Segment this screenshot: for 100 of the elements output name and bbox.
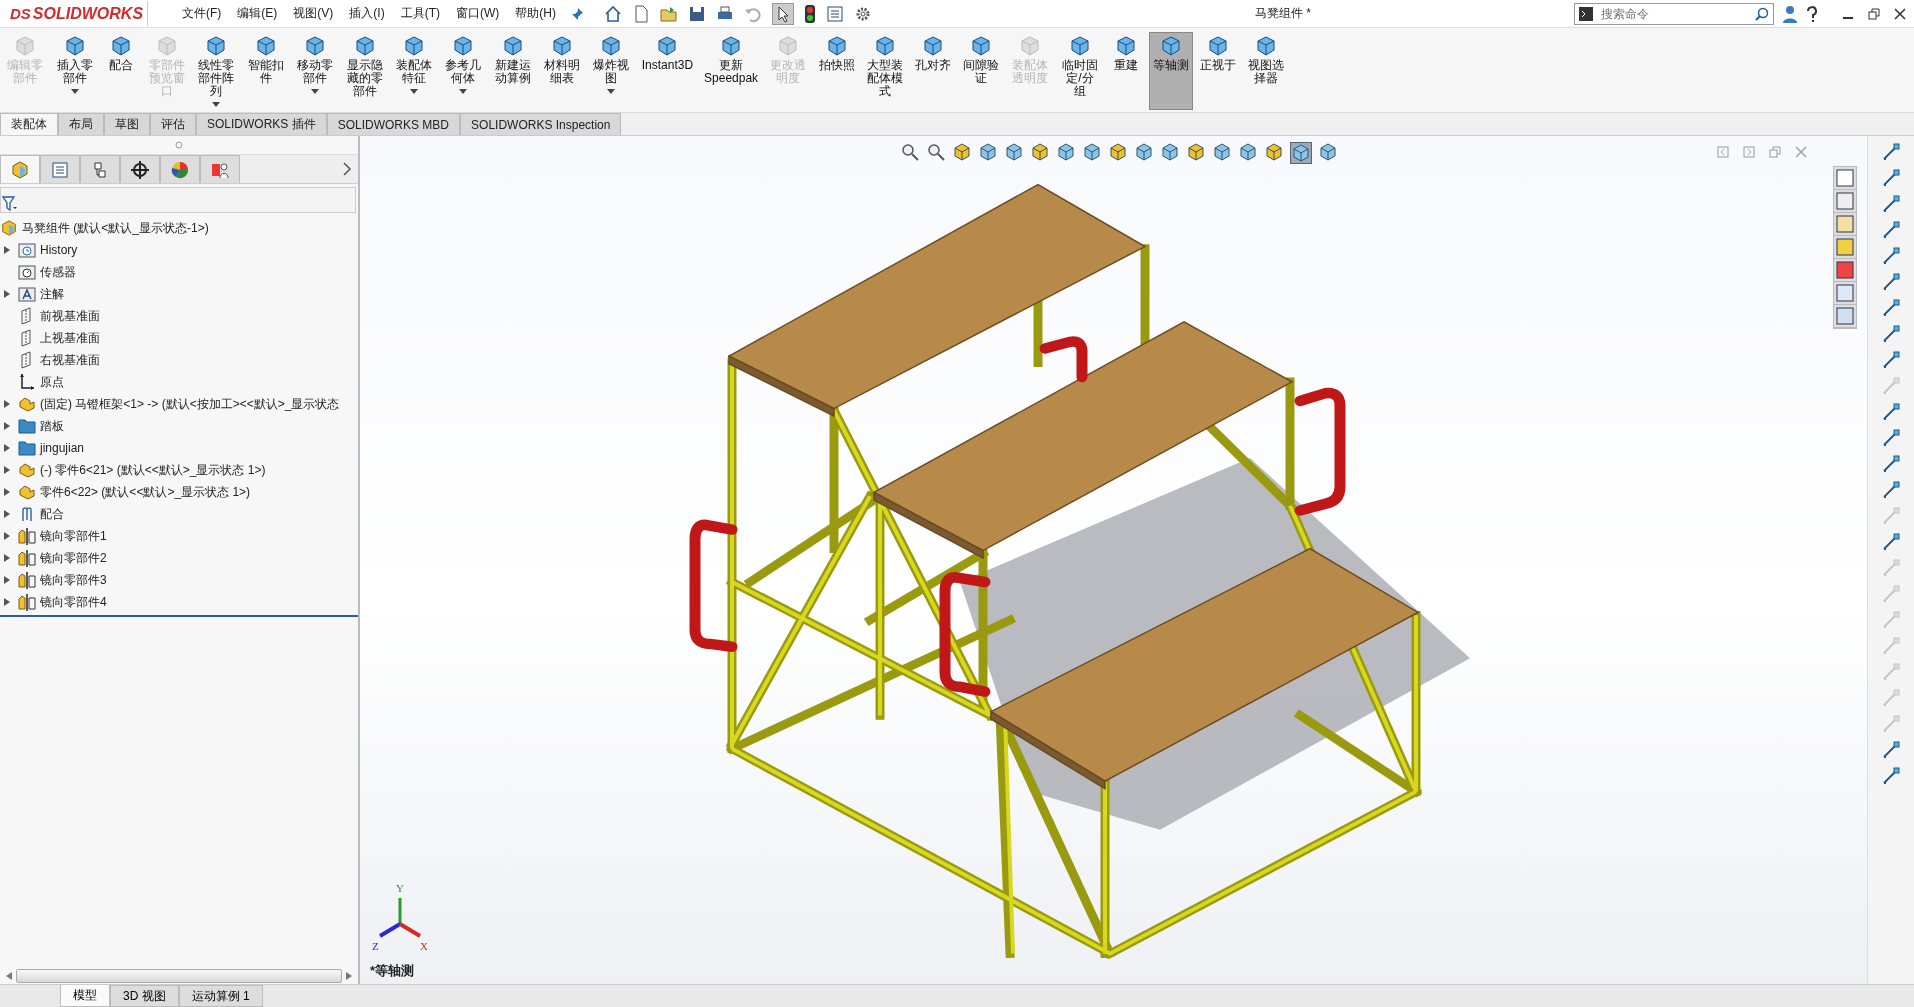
cube-icon[interactable] [1238, 142, 1258, 162]
cube-icon[interactable] [1004, 142, 1024, 162]
menu-item[interactable]: 帮助(H) [515, 5, 556, 22]
tree-item[interactable]: History [40, 243, 78, 257]
magnifier-icon[interactable] [900, 142, 920, 162]
expand-arrow-icon[interactable] [4, 488, 10, 496]
cube-icon[interactable] [1108, 142, 1128, 162]
ribbon-button[interactable]: 线性零部件阵列 [193, 32, 240, 110]
command-tab[interactable]: 评估 [150, 113, 196, 135]
scroll-left-icon[interactable] [6, 972, 12, 980]
close-icon[interactable] [1894, 7, 1906, 20]
menu-item[interactable]: 编辑(E) [237, 5, 278, 22]
tree-item[interactable]: 配合 [40, 505, 64, 523]
cube-icon[interactable] [1160, 142, 1180, 162]
task-pane-icon[interactable] [1834, 167, 1856, 190]
expand-arrow-icon[interactable] [4, 466, 10, 474]
expand-arrow-icon[interactable] [4, 554, 10, 562]
ribbon-button[interactable]: 更新Speedpak [700, 32, 763, 110]
cube-icon[interactable] [952, 142, 972, 162]
select-pointer-icon[interactable] [772, 2, 794, 25]
ribbon-button[interactable]: 插入零部件 [51, 32, 98, 110]
model-tab[interactable]: 3D 视图 [110, 985, 179, 1007]
help-icon[interactable] [1806, 5, 1818, 22]
graphics-area[interactable]: Y Z X *等轴测 [360, 136, 1867, 984]
tree-item[interactable]: 镜向零部件3 [40, 571, 107, 589]
task-pane-icon[interactable] [1834, 305, 1856, 328]
cube-icon[interactable] [1290, 142, 1312, 164]
ribbon-button[interactable]: 重建 [1106, 32, 1147, 110]
menu-item[interactable]: 插入(I) [349, 5, 385, 22]
command-tab[interactable]: SOLIDWORKS MBD [326, 113, 461, 135]
tree-item[interactable]: 右视基准面 [40, 351, 100, 369]
scrollbar-thumb[interactable] [16, 969, 342, 983]
tree-item[interactable]: 传感器 [40, 263, 76, 281]
expand-arrow-icon[interactable] [4, 598, 10, 606]
command-tab[interactable]: SOLIDWORKS 插件 [196, 113, 327, 135]
tree-item[interactable]: 马凳组件 (默认<默认_显示状态-1>) [22, 219, 209, 237]
save-icon[interactable] [688, 4, 706, 23]
expand-arrow-icon[interactable] [4, 510, 10, 518]
previous-view-icon[interactable] [1717, 146, 1729, 158]
tree-item[interactable]: 镜向零部件2 [40, 549, 107, 567]
expand-arrow-icon[interactable] [4, 576, 10, 584]
tree-item[interactable]: (-) 零件6<21> (默认<<默认>_显示状态 1>) [40, 461, 266, 479]
command-tab[interactable]: SOLIDWORKS Inspection [460, 113, 622, 135]
ribbon-button[interactable]: 孔对齐 [910, 32, 955, 110]
menu-item[interactable]: 文件(F) [182, 5, 222, 22]
tree-item[interactable]: jingujian [40, 441, 85, 455]
ribbon-button[interactable]: 智能扣件 [242, 32, 289, 110]
ribbon-button[interactable]: 拍快照 [814, 32, 859, 110]
task-pane-icon[interactable] [1834, 213, 1856, 236]
expand-arrow-icon[interactable] [4, 400, 10, 408]
ribbon-button[interactable]: 材料明细表 [538, 32, 586, 110]
ribbon-button[interactable]: 移动零部件 [291, 32, 339, 110]
tree-item[interactable]: (固定) 马镫框架<1> -> (默认<按加工><<默认>_显示状态 [40, 395, 340, 413]
command-tab[interactable]: 装配体 [0, 113, 58, 135]
search-box[interactable]: 搜索命令 [1574, 2, 1774, 25]
expand-arrow-icon[interactable] [4, 422, 10, 430]
cube-icon[interactable] [1134, 142, 1154, 162]
tree-item[interactable]: 镜向零部件4 [40, 593, 107, 611]
traffic-light-icon[interactable] [804, 3, 816, 24]
tree-item[interactable]: 零件6<22> (默认<<默认>_显示状态 1>) [40, 483, 251, 501]
cube-icon[interactable] [1082, 142, 1102, 162]
task-pane-icon[interactable] [1834, 236, 1856, 259]
ribbon-button[interactable]: 配合 [100, 32, 141, 110]
open-folder-icon[interactable] [660, 4, 678, 23]
ribbon-button[interactable]: 等轴测 [1149, 32, 1194, 110]
scroll-right-icon[interactable] [346, 972, 352, 980]
cube-icon[interactable] [1212, 142, 1232, 162]
model-tab[interactable]: 模型 [60, 985, 110, 1007]
cube-icon[interactable] [1186, 142, 1206, 162]
cube-icon[interactable] [1264, 142, 1284, 162]
expand-arrow-icon[interactable] [4, 246, 10, 254]
tree-item[interactable]: 原点 [40, 373, 64, 391]
ribbon-button[interactable]: 爆炸视图 [588, 32, 635, 110]
cube-icon[interactable] [1318, 142, 1338, 162]
splitter-handle-icon[interactable] [175, 141, 183, 149]
tree-item[interactable]: 踏板 [40, 417, 64, 435]
filter-field[interactable] [0, 187, 356, 213]
ribbon-button[interactable]: 显示隐藏的零部件 [341, 32, 388, 110]
model-tab[interactable]: 运动算例 1 [178, 985, 263, 1007]
ribbon-button[interactable]: 大型装配体模式 [861, 32, 908, 110]
ribbon-button[interactable]: 新建运动算例 [489, 32, 536, 110]
chevron-right-icon[interactable] [342, 162, 352, 176]
expand-arrow-icon[interactable] [4, 290, 10, 298]
next-view-icon[interactable] [1743, 146, 1755, 158]
tree-item[interactable]: 上视基准面 [40, 329, 100, 347]
ribbon-button[interactable]: 正视于 [1196, 32, 1241, 110]
cube-icon[interactable] [978, 142, 998, 162]
home-icon[interactable] [604, 4, 622, 23]
panel-tab[interactable] [120, 155, 160, 183]
expand-arrow-icon[interactable] [4, 444, 10, 452]
tree-item[interactable]: 镜向零部件1 [40, 527, 107, 545]
menu-item[interactable]: 视图(V) [293, 5, 334, 22]
user-icon[interactable] [1782, 4, 1798, 23]
ribbon-button[interactable]: 视图选择器 [1243, 32, 1290, 110]
restore-icon[interactable] [1868, 7, 1880, 20]
command-tab[interactable]: 草图 [104, 113, 150, 135]
ribbon-button[interactable]: 装配体特征 [390, 32, 438, 110]
ribbon-button[interactable]: Instant3D [637, 32, 698, 110]
task-pane-icon[interactable] [1834, 190, 1856, 213]
search-field[interactable]: 搜索命令 [1599, 5, 1749, 22]
